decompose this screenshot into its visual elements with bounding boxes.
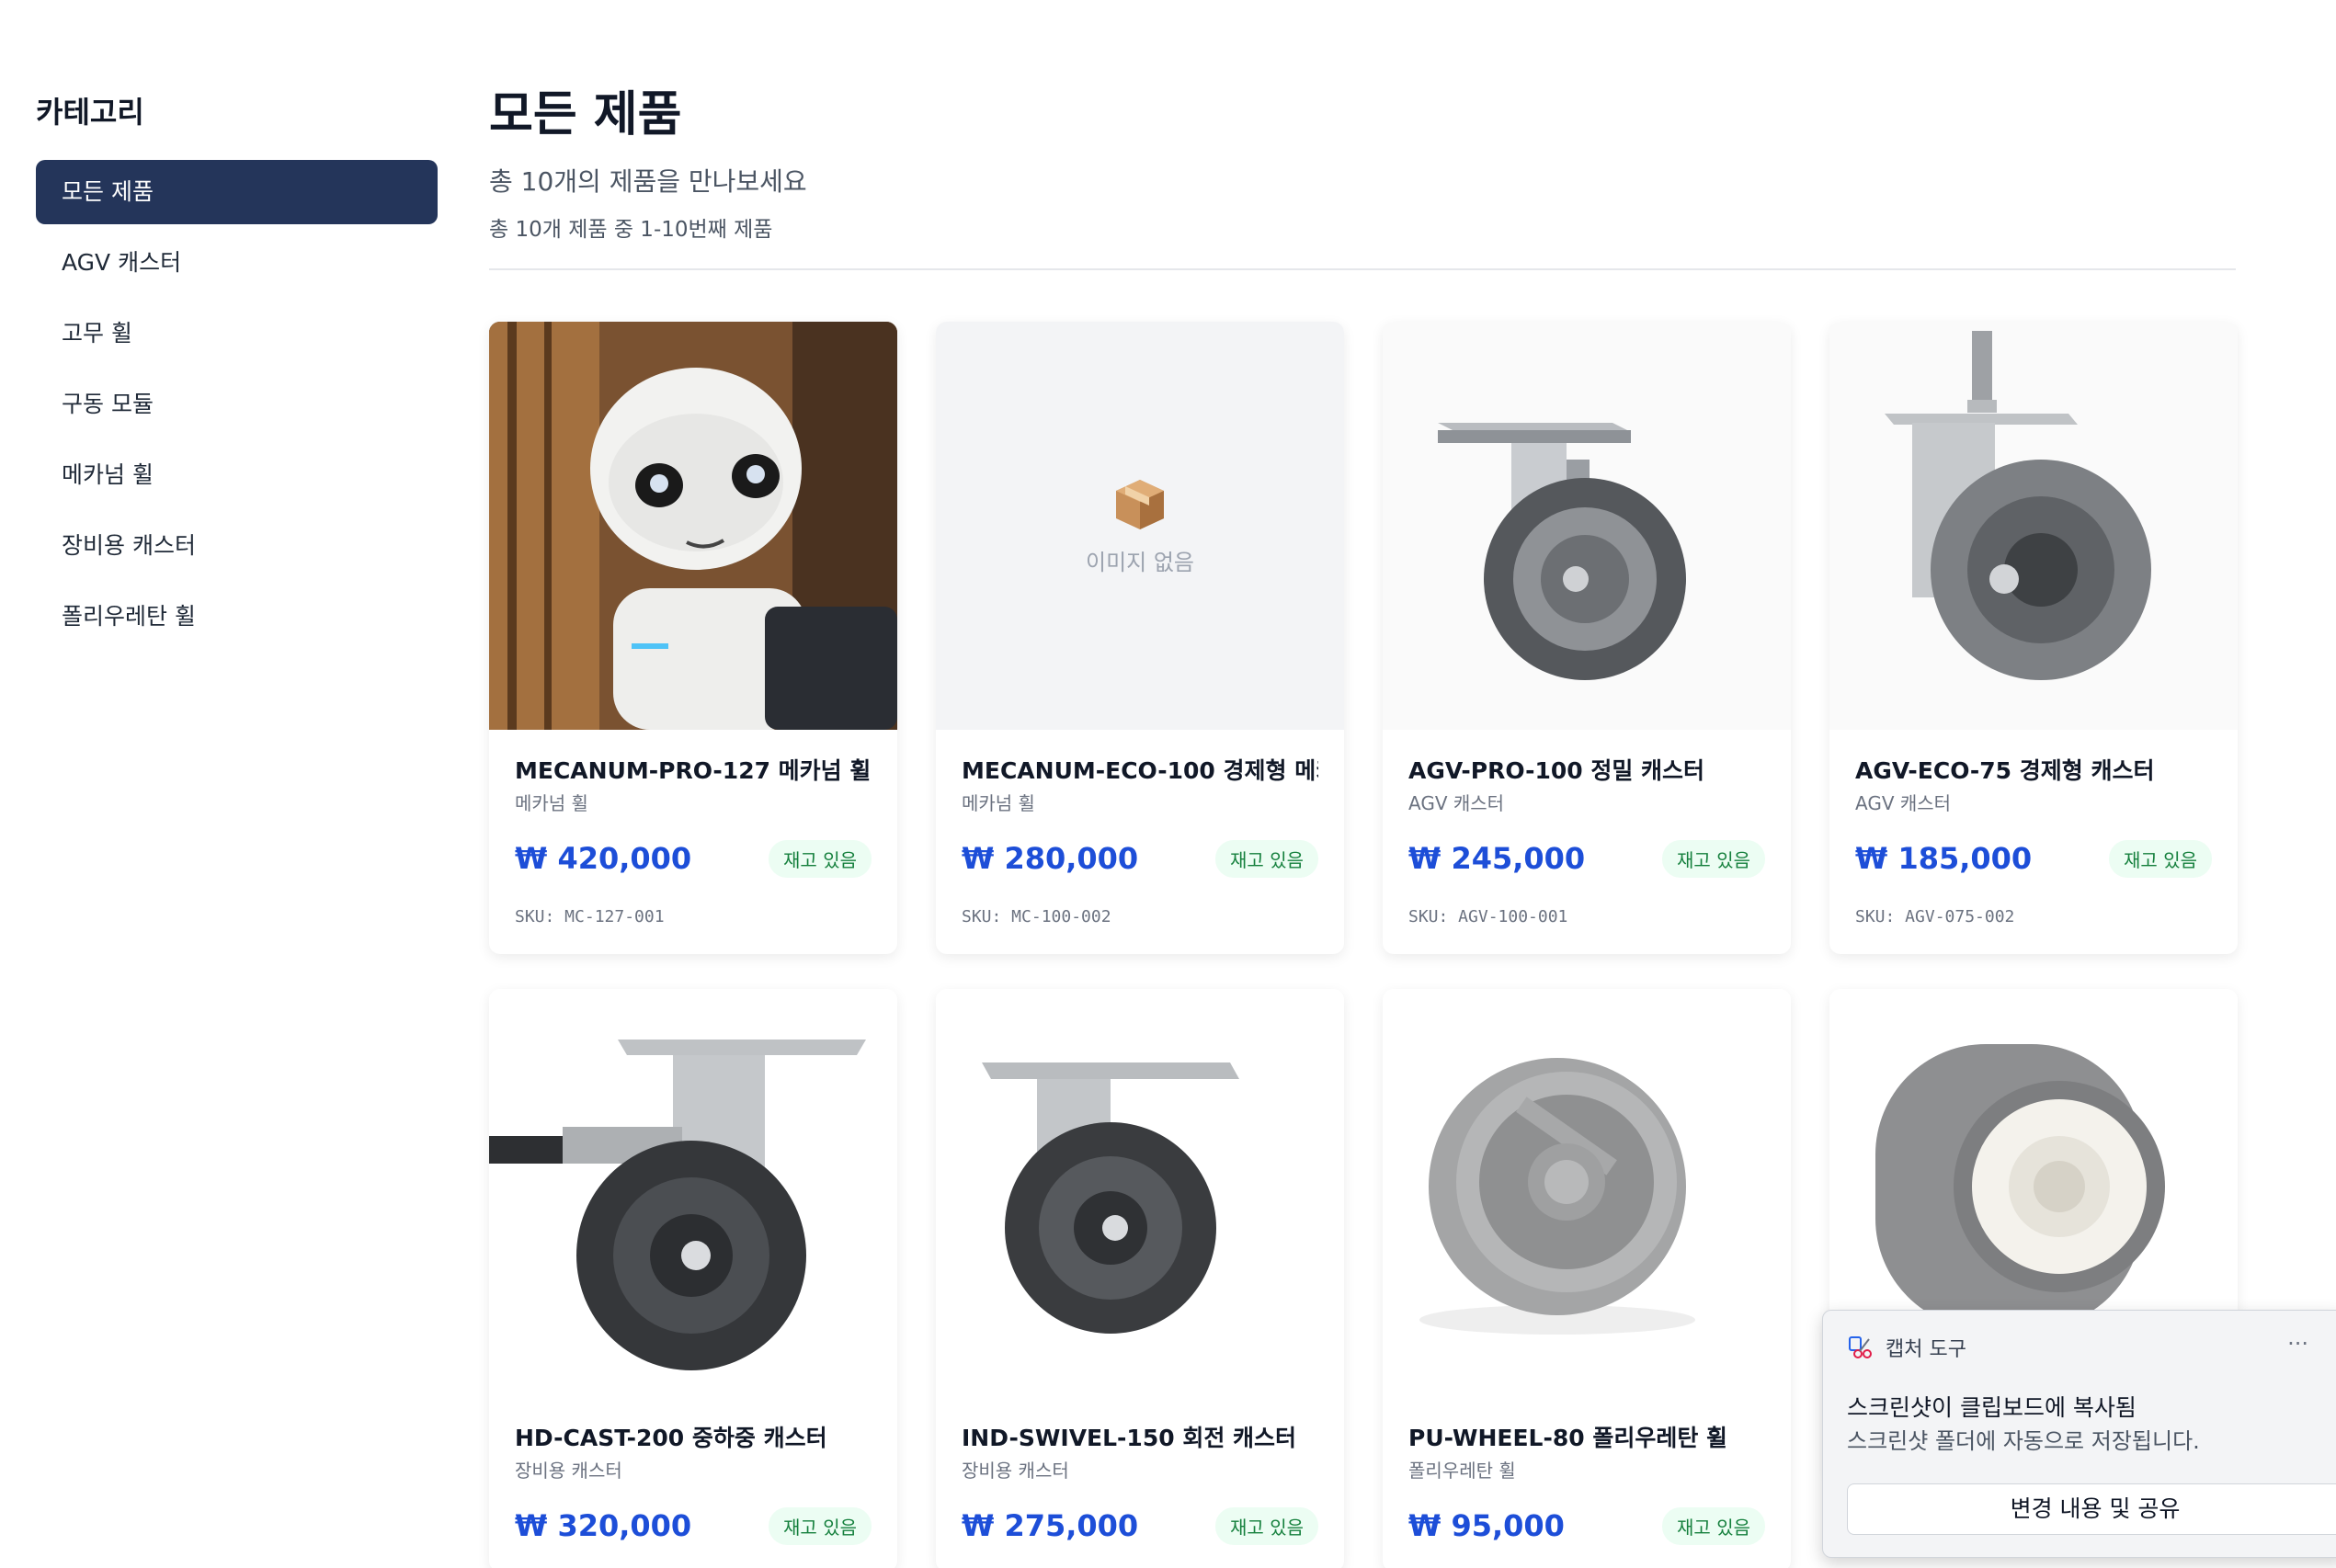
- product-category: AGV 캐스터: [1855, 792, 1952, 814]
- product-card[interactable]: IND-SWIVEL-150 회전 캐스터 장비용 캐스터 ₩ 275,000 …: [936, 989, 1344, 1568]
- product-card[interactable]: AGV-PRO-100 정밀 캐스터 AGV 캐스터 ₩ 245,000 재고 …: [1383, 322, 1791, 954]
- product-card[interactable]: PU-WHEEL-80 폴리우레탄 휠 폴리우레탄 휠 ₩ 95,000 재고 …: [1383, 989, 1791, 1568]
- product-card[interactable]: 이미지 없음 MECANUM-ECO-100 경제형 메카넘 메카넘 휠 ₩ 2…: [936, 322, 1344, 954]
- product-price: ₩ 275,000: [962, 1508, 1139, 1543]
- product-name[interactable]: IND-SWIVEL-150 회전 캐스터: [962, 1423, 1318, 1454]
- product-image: [1383, 322, 1791, 730]
- sidebar-item-mecanum-wheel[interactable]: 메카넘 휠: [36, 443, 438, 507]
- product-sku: SKU: MC-127-001: [515, 907, 665, 926]
- product-sku: SKU: AGV-100-001: [1408, 907, 1568, 926]
- stock-badge: 재고 있음: [769, 839, 872, 878]
- product-image: [1829, 322, 2238, 730]
- stock-badge: 재고 있음: [769, 1506, 872, 1545]
- product-category: 메카넘 휠: [962, 792, 1035, 814]
- sidebar-item-all-products[interactable]: 모든 제품: [36, 160, 438, 224]
- product-name[interactable]: AGV-ECO-75 경제형 캐스터: [1855, 756, 2212, 787]
- product-category: 메카넘 휠: [515, 792, 588, 814]
- no-image-text: 이미지 없음: [1085, 549, 1195, 575]
- stock-badge: 재고 있음: [1662, 839, 1765, 878]
- product-image: [489, 989, 897, 1397]
- product-card[interactable]: MECANUM-PRO-127 메카넘 휠 메카넘 휠 ₩ 420,000 재고…: [489, 322, 897, 954]
- product-category: 장비용 캐스터: [962, 1460, 1069, 1482]
- product-name[interactable]: AGV-PRO-100 정밀 캐스터: [1408, 756, 1765, 787]
- product-main: 모든 제품 총 10개의 제품을 만나보세요 총 10개 제품 중 1-10번째…: [489, 83, 2238, 1568]
- stock-badge: 재고 있음: [1215, 839, 1318, 878]
- divider: [489, 268, 2236, 270]
- product-card[interactable]: AGV-ECO-75 경제형 캐스터 AGV 캐스터 ₩ 185,000 재고 …: [1829, 322, 2238, 954]
- toast-message: 스크린샷 폴더에 자동으로 저장됩니다.: [1847, 1428, 2200, 1454]
- sidebar-title: 카테고리: [36, 95, 144, 130]
- product-sku: SKU: MC-100-002: [962, 907, 1111, 926]
- toast-app-name: 캡처 도구: [1886, 1338, 1966, 1361]
- page-title: 모든 제품: [489, 87, 682, 142]
- stock-badge: 재고 있음: [2109, 839, 2212, 878]
- edit-and-share-button[interactable]: 변경 내용 및 공유: [1847, 1483, 2336, 1535]
- stock-badge: 재고 있음: [1662, 1506, 1765, 1545]
- snipping-tool-notification[interactable]: 캡처 도구 ··· 스크린샷이 클립보드에 복사됨 스크린샷 폴더에 자동으로 …: [1822, 1310, 2336, 1558]
- result-count: 총 10개 제품 중 1-10번째 제품: [489, 218, 773, 242]
- product-price: ₩ 95,000: [1408, 1508, 1565, 1543]
- sidebar-item-rubber-wheel[interactable]: 고무 휠: [36, 301, 438, 366]
- product-image: [489, 322, 897, 730]
- product-sku: SKU: AGV-075-002: [1855, 907, 2015, 926]
- product-image: [936, 989, 1344, 1397]
- category-sidebar: 카테고리 모든 제품 AGV 캐스터 고무 휠 구동 모듈 메카넘 휠 장비용 …: [36, 92, 438, 655]
- sidebar-item-equipment-caster[interactable]: 장비용 캐스터: [36, 514, 438, 578]
- product-image-placeholder: 이미지 없음: [936, 322, 1344, 730]
- sidebar-item-drive-module[interactable]: 구동 모듈: [36, 372, 438, 437]
- sidebar-item-agv-caster[interactable]: AGV 캐스터: [36, 231, 438, 295]
- product-price: ₩ 420,000: [515, 841, 692, 876]
- product-category: 폴리우레탄 휠: [1408, 1460, 1516, 1482]
- product-price: ₩ 280,000: [962, 841, 1139, 876]
- stock-badge: 재고 있음: [1215, 1506, 1318, 1545]
- product-category: 장비용 캐스터: [515, 1460, 622, 1482]
- product-price: ₩ 320,000: [515, 1508, 692, 1543]
- product-name[interactable]: HD-CAST-200 중하중 캐스터: [515, 1423, 872, 1454]
- product-card[interactable]: HD-CAST-200 중하중 캐스터 장비용 캐스터 ₩ 320,000 재고…: [489, 989, 897, 1568]
- product-price: ₩ 245,000: [1408, 841, 1586, 876]
- toast-title: 스크린샷이 클립보드에 복사됨: [1847, 1394, 2137, 1421]
- product-name[interactable]: PU-WHEEL-80 폴리우레탄 휠: [1408, 1423, 1765, 1454]
- product-image: [1383, 989, 1791, 1397]
- product-name[interactable]: MECANUM-PRO-127 메카넘 휠: [515, 756, 872, 787]
- product-category: AGV 캐스터: [1408, 792, 1505, 814]
- product-name[interactable]: MECANUM-ECO-100 경제형 메카넘: [962, 756, 1318, 787]
- scissors-icon: [1849, 1336, 1872, 1358]
- sidebar-item-polyurethane-wheel[interactable]: 폴리우레탄 휠: [36, 585, 438, 649]
- package-icon: [1116, 479, 1164, 529]
- page-subtitle: 총 10개의 제품을 만나보세요: [489, 166, 807, 197]
- product-price: ₩ 185,000: [1855, 841, 2033, 876]
- more-options-icon[interactable]: ···: [2287, 1331, 2308, 1357]
